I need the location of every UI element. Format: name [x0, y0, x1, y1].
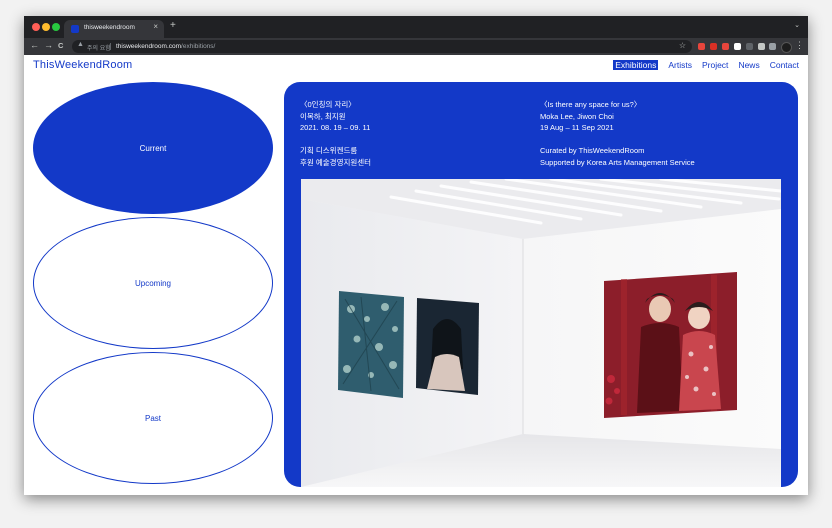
exhibition-info-english: 〈Is there any space for us?〉 Moka Lee, J… — [540, 99, 695, 168]
back-button[interactable]: ← — [30, 40, 39, 50]
extension-icon[interactable] — [722, 43, 729, 50]
maximize-window-button[interactable] — [52, 23, 60, 31]
new-tab-button[interactable]: + — [170, 20, 176, 31]
exhibition-info-korean: 〈0인칭의 자리〉 이목하, 최지원 2021. 08. 19 – 09. 11… — [300, 99, 371, 168]
exhibition-card[interactable]: 〈0인칭의 자리〉 이목하, 최지원 2021. 08. 19 – 09. 11… — [284, 82, 798, 487]
painting-two-figures — [604, 272, 737, 418]
extension-icon[interactable] — [698, 43, 705, 50]
browser-menu-icon[interactable]: ⋮ — [795, 40, 804, 51]
favicon-icon — [71, 25, 79, 33]
nav-artists[interactable]: Artists — [668, 60, 692, 70]
nav-project[interactable]: Project — [702, 60, 728, 70]
minimize-window-button[interactable] — [42, 23, 50, 31]
nav-news[interactable]: News — [738, 60, 759, 70]
site-logo[interactable]: ThisWeekendRoom — [33, 59, 132, 71]
exhibition-sponsor-ko: 후원 예술경영지원센터 — [300, 157, 372, 167]
url-host: thisweekendroom.com — [116, 42, 182, 50]
tab-close-icon[interactable]: × — [153, 22, 158, 31]
filter-past-button[interactable]: Past — [33, 352, 273, 484]
bookmark-star-icon[interactable]: ☆ — [679, 41, 686, 50]
warning-icon: ▲ — [77, 41, 84, 48]
exhibition-dates-en: 19 Aug – 11 Sep 2021 — [540, 123, 614, 132]
extension-icon[interactable] — [746, 43, 753, 50]
filter-upcoming-button[interactable]: Upcoming — [33, 217, 273, 349]
browser-tab[interactable]: thisweekendroom × — [64, 20, 164, 38]
address-separator — [110, 43, 111, 50]
exhibition-curator-en: Curated by ThisWeekendRoom — [540, 146, 645, 155]
url-path: /exhibitions/ — [181, 42, 216, 50]
main-nav: Exhibitions Artists Project News Contact — [613, 60, 799, 70]
filter-current-button[interactable]: Current — [33, 82, 273, 214]
tab-title: thisweekendroom — [84, 24, 135, 31]
browser-toolbar: ← → C ▲ 주의 요함 thisweekendroom.com/exhibi… — [24, 38, 808, 55]
reload-button[interactable]: C — [58, 41, 63, 50]
extension-icon[interactable] — [734, 43, 741, 50]
extension-icon[interactable] — [758, 43, 765, 50]
tab-search-icon[interactable]: ⌄ — [794, 21, 800, 29]
exhibition-photo — [301, 179, 781, 487]
browser-window: thisweekendroom × + ⌄ ← → C ▲ 주의 요함 this… — [24, 16, 808, 495]
nav-contact[interactable]: Contact — [770, 60, 799, 70]
security-warning: 주의 요함 — [87, 46, 111, 52]
close-window-button[interactable] — [32, 23, 40, 31]
painting-figure — [416, 298, 479, 395]
gallery-installation-image — [301, 179, 781, 487]
page-content: ThisWeekendRoom Exhibitions Artists Proj… — [24, 55, 808, 495]
extension-icon[interactable] — [710, 43, 717, 50]
exhibition-sponsor-en: Supported by Korea Arts Management Servi… — [540, 157, 695, 167]
painting-flowers — [338, 291, 404, 398]
puzzle-icon[interactable] — [769, 43, 776, 50]
exhibition-artists-en: Moka Lee, Jiwon Choi — [540, 111, 614, 121]
exhibition-artists-ko: 이목하, 최지원 — [300, 111, 346, 121]
exhibition-curator-ko: 기획 디스위켄드룸 — [300, 146, 358, 155]
nav-exhibitions[interactable]: Exhibitions — [613, 60, 659, 70]
forward-button[interactable]: → — [44, 40, 53, 50]
url-text: thisweekendroom.com/exhibitions/ — [116, 43, 215, 50]
exhibition-title-ko: 〈0인칭의 자리〉 — [300, 100, 356, 109]
profile-icon[interactable] — [781, 42, 792, 53]
address-bar[interactable]: ▲ 주의 요함 thisweekendroom.com/exhibitions/… — [72, 40, 692, 53]
tab-bar: thisweekendroom × + ⌄ — [24, 16, 808, 38]
exhibition-title-en: 〈Is there any space for us?〉 — [540, 100, 642, 109]
exhibition-dates-ko: 2021. 08. 19 – 09. 11 — [300, 123, 371, 132]
